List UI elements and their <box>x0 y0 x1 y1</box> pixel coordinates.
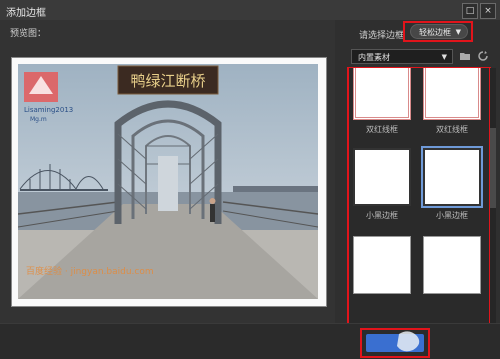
scrollbar-thumb[interactable] <box>490 128 496 208</box>
frame-picker-panel: 请选择边框 轻松边框 ▼ 内置素材 ▼ 双红线框 双红线框 小黑边框 小黑边框 <box>335 20 500 325</box>
frame-thumbnail[interactable] <box>353 68 411 120</box>
footer-bar <box>0 323 500 359</box>
maximize-icon: □ <box>465 6 475 16</box>
watermark-overlay <box>397 331 420 352</box>
preview-frame: 鸭绿江断桥 Lisaming2013 Mg.m 百度经验 · jingyan.b… <box>12 58 326 306</box>
thumbnail-scrollbar[interactable] <box>490 68 496 324</box>
refresh-icon[interactable] <box>477 50 489 62</box>
chevron-down-icon: ▼ <box>455 28 461 36</box>
frame-thumbnail[interactable] <box>423 68 481 120</box>
preview-panel: 预览图： 鸭绿江断桥 Lisaming2013 Mg.m 百度经验 · jing… <box>0 20 335 323</box>
sign-text: 鸭绿江断桥 <box>130 72 205 90</box>
frame-thumbnail-label: 小黑边框 <box>366 211 398 220</box>
window-title: 添加边框 <box>6 8 46 19</box>
frame-thumbnail[interactable] <box>423 236 481 294</box>
chevron-down-icon: ▼ <box>441 53 447 61</box>
frame-type-select[interactable]: 轻松边框 ▼ <box>410 24 468 39</box>
frame-thumbnail-list: 双红线框 双红线框 小黑边框 小黑边框 <box>349 68 489 324</box>
frame-thumbnail-label: 小黑边框 <box>436 211 468 220</box>
preview-label: 预览图： <box>10 29 47 39</box>
preview-image: 鸭绿江断桥 Lisaming2013 Mg.m 百度经验 · jingyan.b… <box>18 64 318 299</box>
maximize-button[interactable]: □ <box>462 3 478 19</box>
frame-thumbnail-label: 双红线框 <box>366 125 398 134</box>
person <box>210 204 215 222</box>
choose-frame-label: 请选择边框 <box>359 31 405 41</box>
frame-thumbnail-selected[interactable] <box>423 148 481 206</box>
frame-thumbnail[interactable] <box>353 148 411 206</box>
svg-text:Lisaming2013: Lisaming2013 <box>24 106 73 114</box>
frame-thumbnail[interactable] <box>353 236 411 294</box>
svg-text:Mg.m: Mg.m <box>30 116 47 123</box>
source-select[interactable]: 内置素材 ▼ <box>351 49 453 64</box>
folder-icon[interactable] <box>459 50 471 62</box>
close-icon: × <box>484 6 492 16</box>
close-button[interactable]: × <box>480 3 496 19</box>
source-value: 内置素材 <box>358 53 390 62</box>
title-bar: 添加边框 □ × <box>0 0 500 21</box>
photo-watermark: 百度经验 · jingyan.baidu.com <box>26 265 154 277</box>
frame-thumbnail-label: 双红线框 <box>436 125 468 134</box>
frame-type-value: 轻松边框 <box>419 28 451 37</box>
